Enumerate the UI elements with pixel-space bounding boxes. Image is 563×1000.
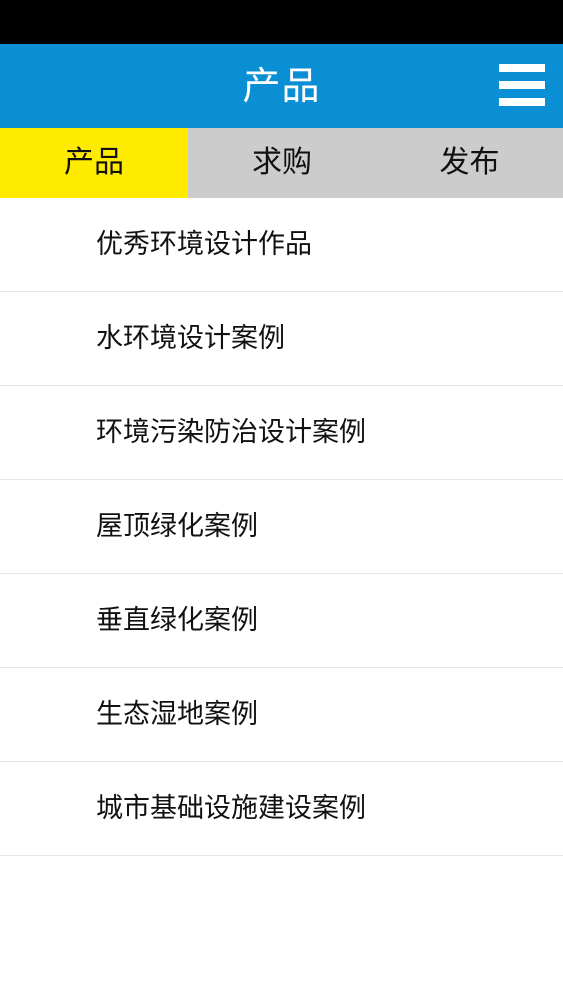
hamburger-menu-icon[interactable]	[499, 62, 545, 108]
tab-products[interactable]: 产品	[0, 128, 188, 198]
category-list: 优秀环境设计作品 水环境设计案例 环境污染防治设计案例 屋顶绿化案例 垂直绿化案…	[0, 198, 563, 856]
list-item[interactable]: 优秀环境设计作品	[0, 198, 563, 292]
list-item[interactable]: 环境污染防治设计案例	[0, 386, 563, 480]
page-title: 产品	[242, 64, 321, 108]
list-item[interactable]: 屋顶绿化案例	[0, 480, 563, 574]
app-header: 产品	[0, 44, 563, 128]
menu-bar	[499, 98, 545, 106]
tab-purchase[interactable]: 求购	[188, 128, 376, 198]
list-item[interactable]: 水环境设计案例	[0, 292, 563, 386]
menu-bar	[499, 64, 545, 72]
list-item[interactable]: 垂直绿化案例	[0, 574, 563, 668]
status-bar	[0, 0, 563, 44]
tab-publish[interactable]: 发布	[376, 128, 563, 198]
tab-bar: 产品 求购 发布	[0, 128, 563, 198]
menu-bar	[499, 81, 545, 89]
list-item[interactable]: 生态湿地案例	[0, 668, 563, 762]
list-item[interactable]: 城市基础设施建设案例	[0, 762, 563, 856]
